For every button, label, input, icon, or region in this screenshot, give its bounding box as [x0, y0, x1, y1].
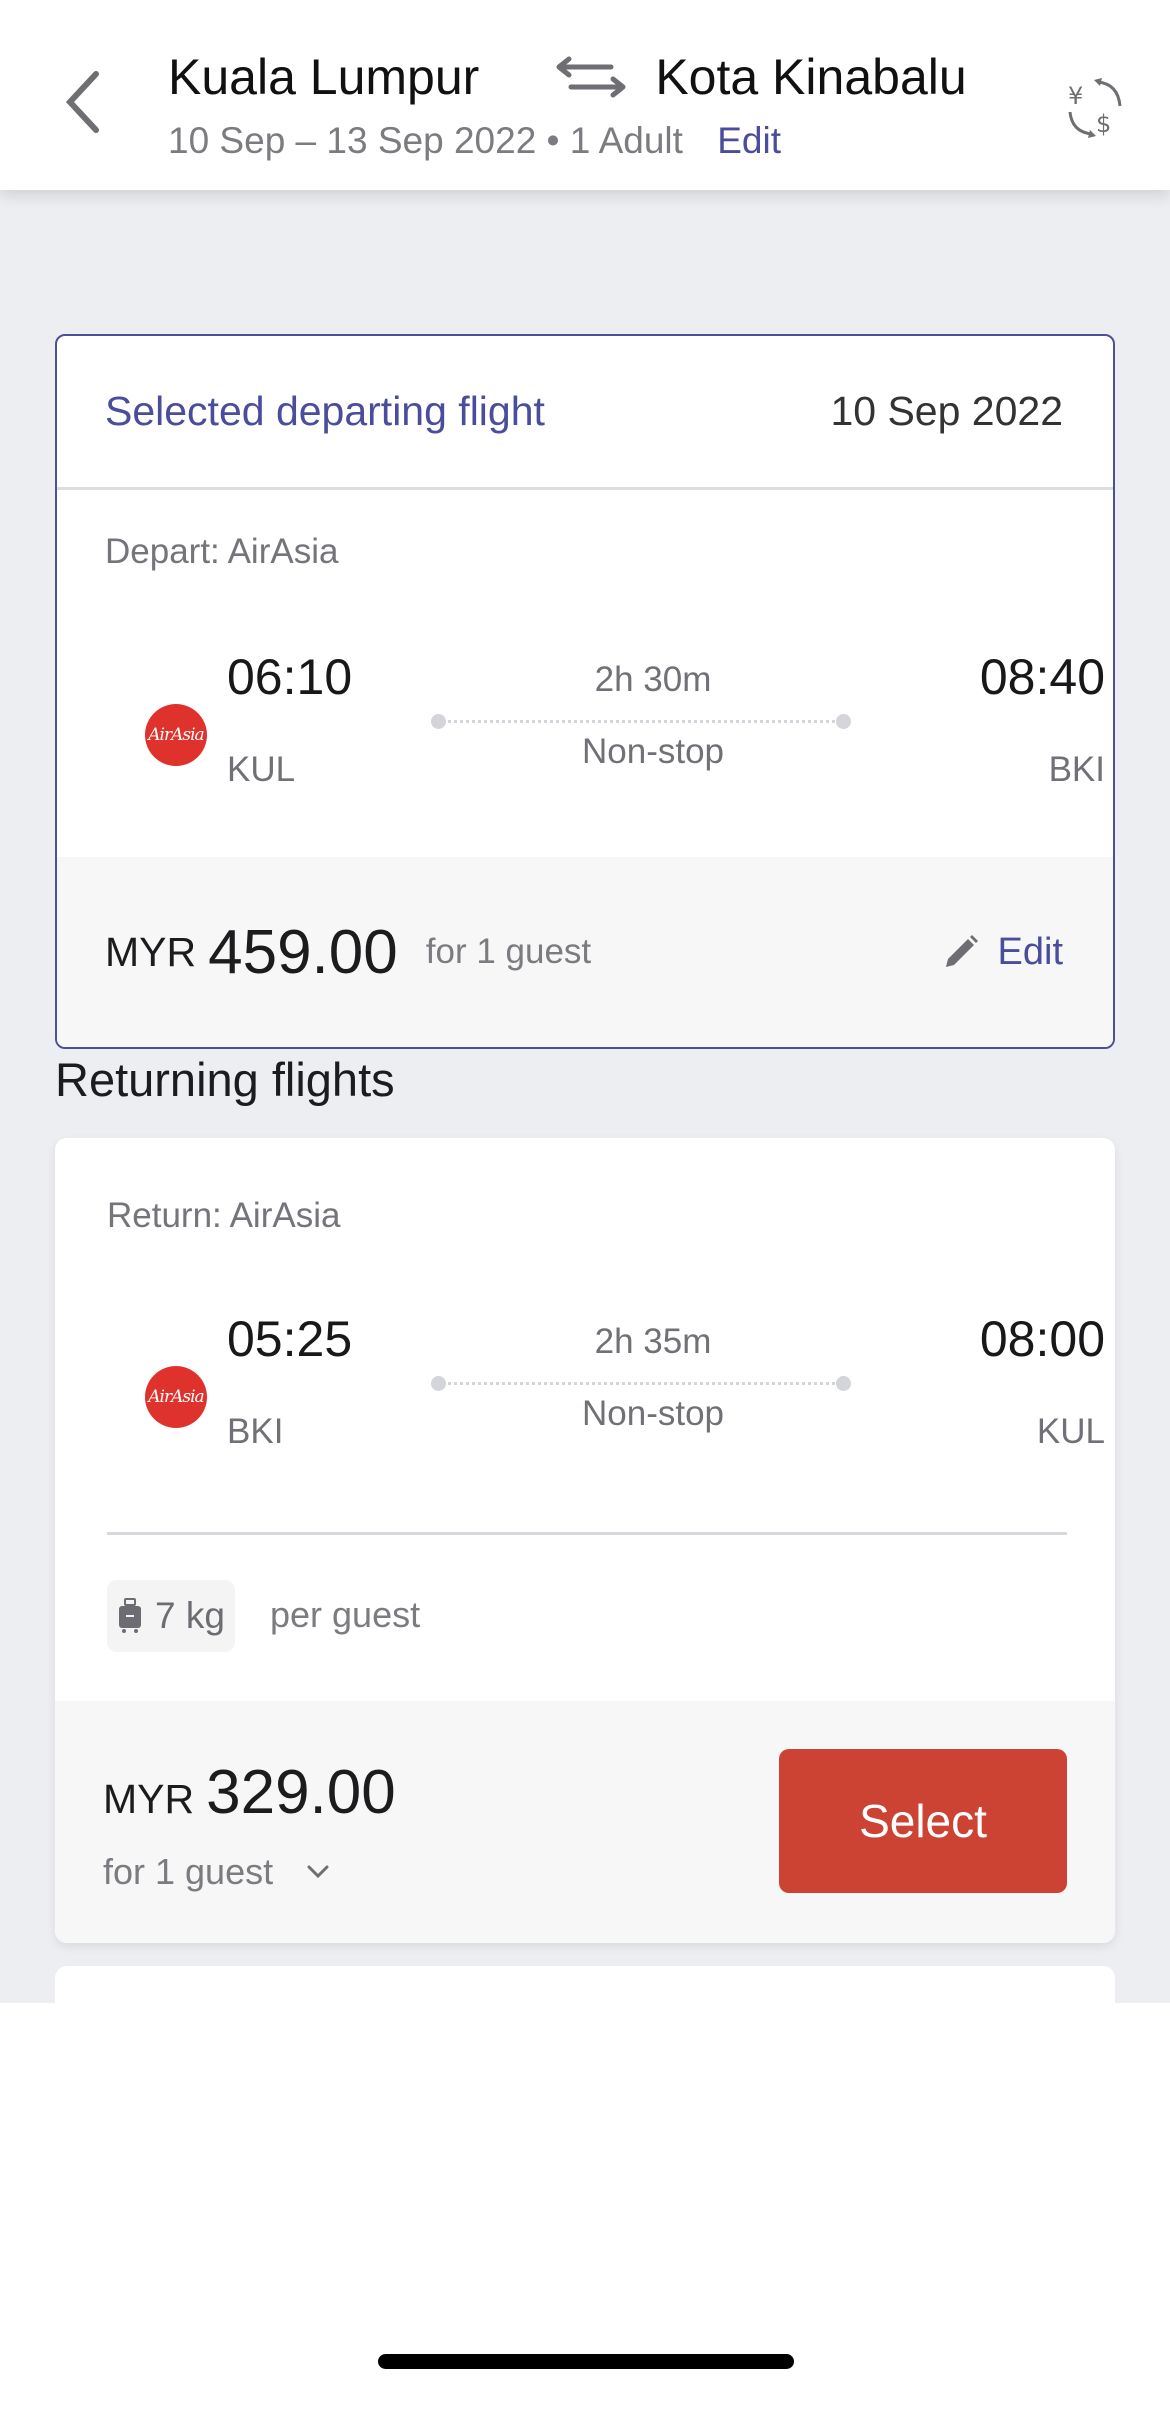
route-line — [431, 714, 851, 730]
luggage-icon — [119, 1598, 141, 1633]
edit-departing-button[interactable]: Edit — [942, 931, 1063, 974]
swap-arrows-icon — [556, 56, 626, 98]
departure-time: 06:10 — [227, 649, 353, 705]
departure-airport: BKI — [227, 1412, 284, 1451]
chevron-left-icon — [65, 71, 99, 133]
destination-city: Kota Kinabalu — [655, 49, 967, 105]
passenger-count: • 1 Adult — [546, 120, 683, 161]
price-currency: MYR — [105, 928, 197, 975]
departure-time: 05:25 — [227, 1311, 353, 1367]
flight-segment: AirAsia 06:10 KUL 2h 30m Non-stop 08:40 … — [145, 648, 1105, 798]
price-amount: 459.00 — [208, 917, 398, 987]
svg-text:$: $ — [1096, 110, 1111, 138]
selected-flight-date: 10 Sep 2022 — [830, 388, 1063, 434]
guest-dropdown[interactable]: for 1 guest — [103, 1851, 329, 1893]
flight-duration: 2h 30m — [594, 660, 712, 699]
divider — [107, 1532, 1067, 1535]
trip-dates: 10 Sep – 13 Sep 2022 — [168, 120, 537, 161]
route-title[interactable]: Kuala Lumpur Kota Kinabalu — [168, 48, 967, 106]
arrival-airport: BKI — [1048, 750, 1105, 789]
flight-duration: 2h 35m — [594, 1322, 712, 1361]
selected-departing-flight-card: Selected departing flight 10 Sep 2022 De… — [55, 334, 1115, 1049]
selected-flight-header: Selected departing flight 10 Sep 2022 — [57, 336, 1113, 490]
guest-count: for 1 guest — [425, 932, 592, 971]
next-flight-card[interactable] — [55, 1966, 1115, 2003]
return-price: MYR 329.00 — [103, 1757, 396, 1828]
destination-dot — [836, 1376, 851, 1391]
arrival-airport: KUL — [1036, 1412, 1105, 1451]
airasia-logo: AirAsia — [145, 1366, 207, 1428]
currency-button[interactable]: ¥ $ — [1062, 76, 1126, 140]
home-indicator[interactable] — [378, 2354, 794, 2369]
search-summary-header: Kuala Lumpur Kota Kinabalu 10 Sep – 13 S… — [0, 0, 1170, 190]
stops-label: Non-stop — [581, 732, 725, 771]
guest-count: for 1 guest — [103, 1851, 274, 1892]
airasia-logo: AirAsia — [145, 704, 207, 766]
route-line — [431, 1376, 851, 1392]
origin-city: Kuala Lumpur — [168, 49, 480, 105]
selected-flight-title: Selected departing flight — [105, 388, 545, 434]
currency-exchange-icon: ¥ $ — [1068, 78, 1122, 138]
back-button[interactable] — [52, 62, 112, 142]
baggage-weight: 7 kg — [155, 1595, 225, 1636]
price-amount: 329.00 — [206, 1758, 396, 1827]
departure-airport: KUL — [227, 750, 296, 789]
flight-segment: AirAsia 05:25 BKI 2h 35m Non-stop 08:00 … — [145, 1310, 1105, 1460]
returning-flights-heading: Returning flights — [55, 1053, 395, 1106]
arrival-time: 08:00 — [979, 1311, 1105, 1367]
selected-flight-price-bar: MYR 459.00 for 1 guest Edit — [57, 857, 1113, 1047]
select-return-flight-button[interactable]: Select — [779, 1749, 1067, 1893]
baggage-allowance-chip: 7 kg — [107, 1580, 235, 1652]
chevron-down-icon — [307, 1865, 329, 1879]
destination-dot — [836, 714, 851, 729]
edit-departing-label: Edit — [997, 930, 1063, 973]
price-currency: MYR — [103, 1776, 195, 1822]
baggage-note: per guest — [270, 1594, 421, 1635]
edit-search-link[interactable]: Edit — [717, 120, 781, 161]
return-flight-card[interactable]: Return: AirAsia AirAsia 05:25 BKI 2h 35m… — [55, 1138, 1115, 1943]
return-price-bar: MYR 329.00 for 1 guest Select — [55, 1701, 1115, 1943]
stops-label: Non-stop — [581, 1394, 725, 1433]
airline-label: Depart: AirAsia — [105, 532, 339, 571]
svg-text:¥: ¥ — [1068, 82, 1083, 110]
arrival-time: 08:40 — [979, 649, 1105, 705]
trip-details: 10 Sep – 13 Sep 2022 • 1 Adult Edit — [168, 120, 781, 162]
results-scroll-area[interactable]: Kuala Lumpur Kota Kinabalu 10 Sep – 13 S… — [0, 0, 1170, 2003]
airline-label: Return: AirAsia — [107, 1196, 341, 1235]
pencil-icon — [945, 935, 978, 967]
